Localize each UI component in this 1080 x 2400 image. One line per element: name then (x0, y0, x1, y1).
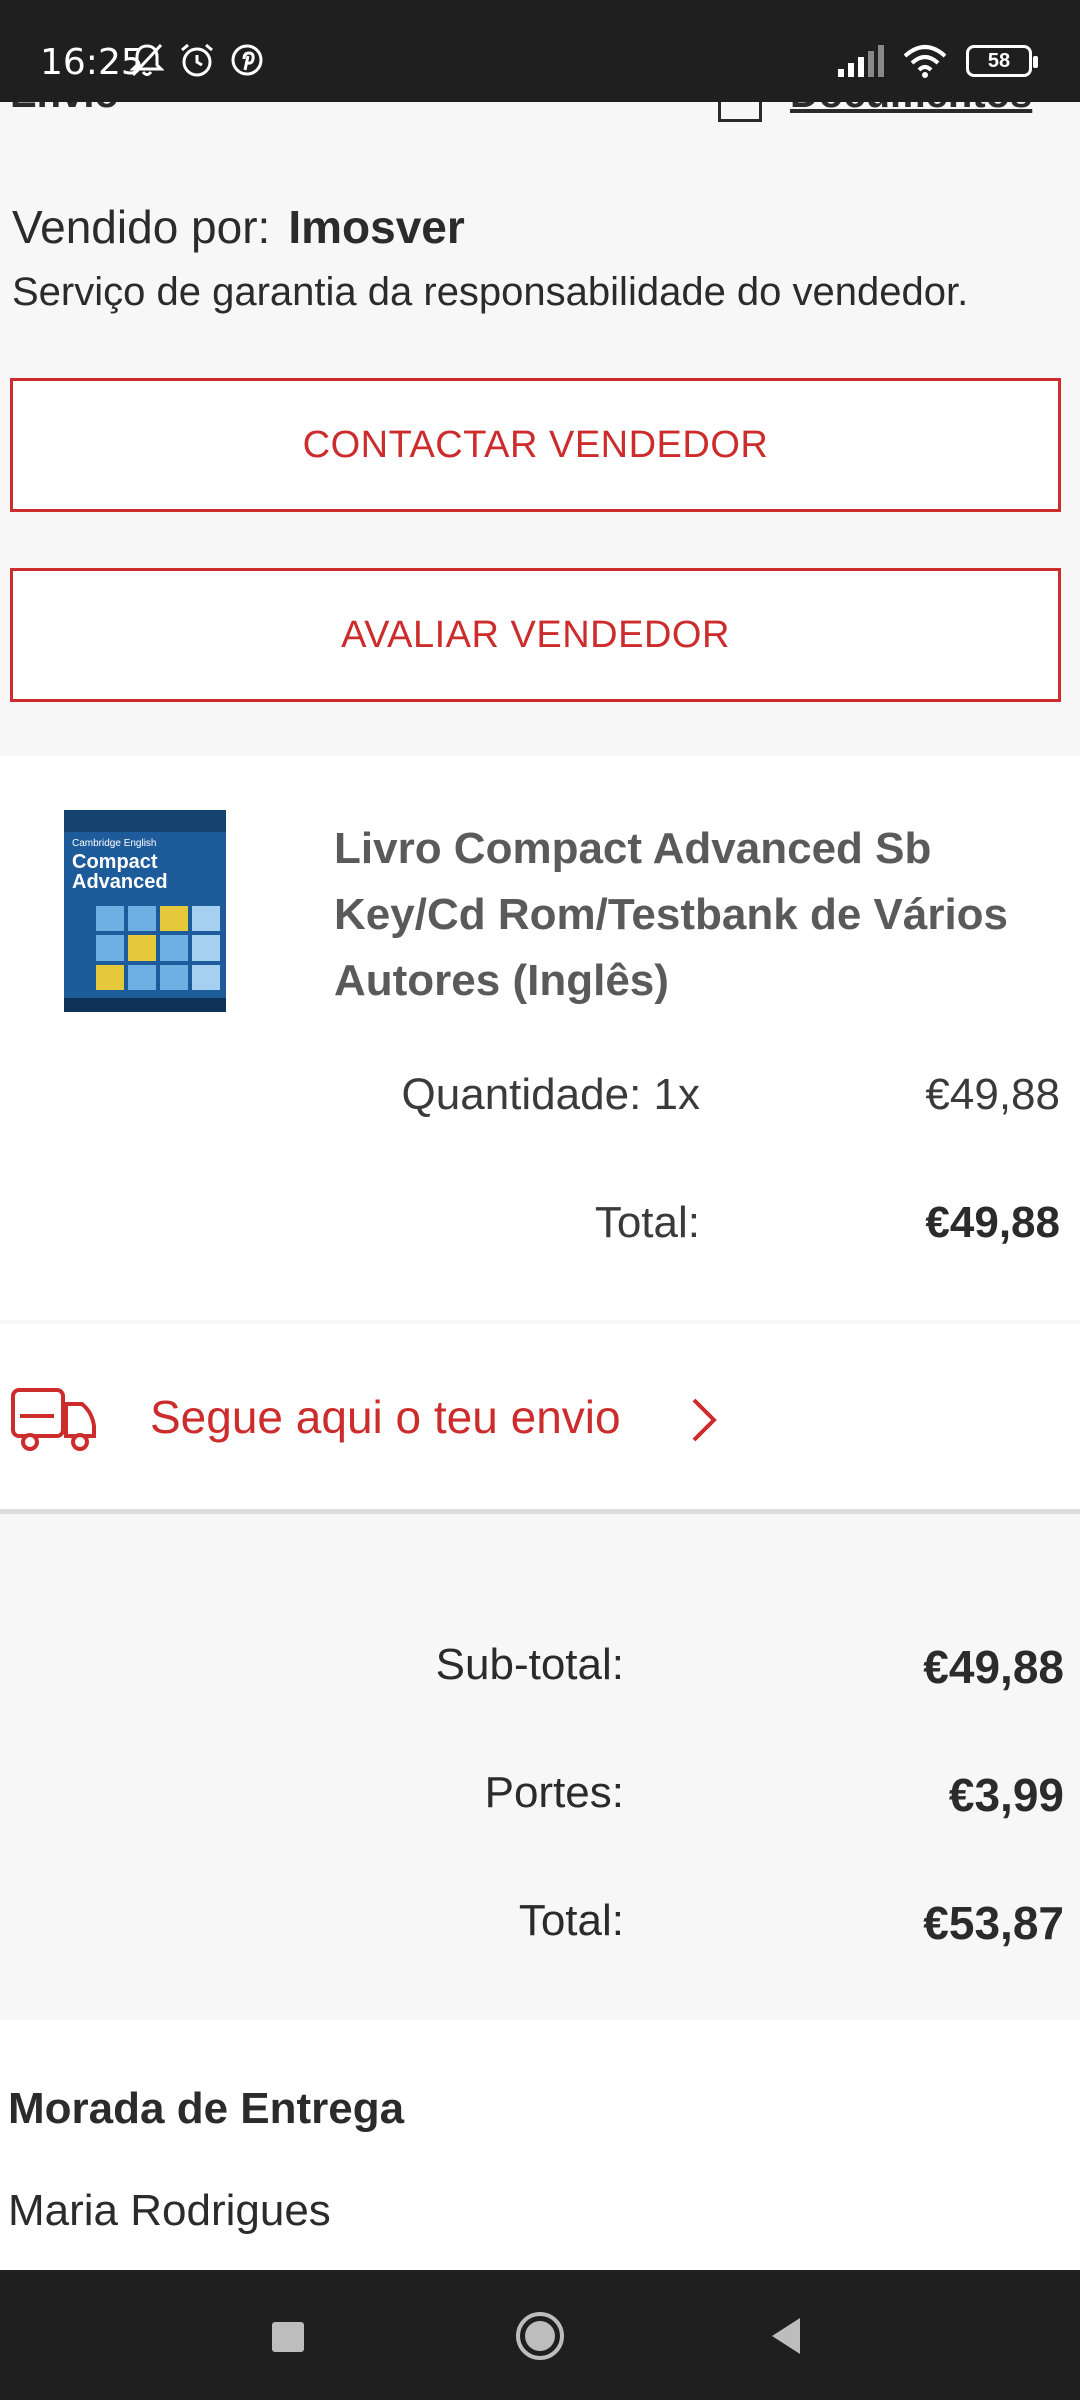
address-title: Morada de Entrega (8, 2084, 405, 2133)
order-totals: Sub-total: €49,88 Portes: €3,99 Total: €… (0, 1580, 1080, 2020)
seller-line: Vendido por: Imosver (12, 200, 465, 254)
track-shipment-row[interactable]: Segue aqui o teu envio (0, 1324, 1080, 1514)
subtotal-label: Sub-total: (435, 1640, 624, 1689)
cover-photo-grid (96, 906, 220, 990)
product-title[interactable]: Livro Compact Advanced Sb Key/Cd Rom/Tes… (334, 816, 1054, 1014)
system-navigation-bar (0, 2270, 1080, 2400)
cover-publisher: Cambridge English (72, 838, 157, 849)
address-name: Maria Rodrigues (8, 2186, 331, 2235)
seller-label: Vendido por: (12, 201, 271, 253)
cover-header (64, 810, 226, 832)
status-system-icons: 58 (836, 44, 1038, 78)
truck-icon (11, 1388, 96, 1451)
status-bar: 16:25 58 (0, 0, 1080, 102)
cover-title: Compact Advanced (72, 851, 168, 893)
notifications-off-icon (130, 43, 164, 77)
item-total-label: Total: (594, 1198, 700, 1247)
order-total-value: €53,87 (923, 1897, 1064, 1949)
pinterest-icon (231, 44, 263, 76)
contact-seller-button[interactable]: CONTACTAR VENDEDOR (10, 378, 1061, 512)
track-shipment-label[interactable]: Segue aqui o teu envio (150, 1390, 621, 1444)
rate-seller-button[interactable]: AVALIAR VENDEDOR (10, 568, 1061, 702)
guarantee-text: Serviço de garantia da responsabilidade … (12, 270, 969, 314)
status-time: 16:25 (40, 42, 144, 83)
cover-footer (64, 998, 226, 1012)
product-card: Cambridge English Compact Advanced Livro… (0, 756, 1080, 1320)
shipping-label: Portes: (484, 1768, 624, 1817)
subtotal-value: €49,88 (923, 1641, 1064, 1693)
wifi-icon (903, 45, 947, 78)
unit-price: €49,88 (925, 1070, 1060, 1119)
signal-icon (838, 45, 884, 77)
status-notification-icons (130, 42, 264, 78)
product-image[interactable]: Cambridge English Compact Advanced (64, 810, 226, 1012)
nav-back-icon[interactable] (766, 2306, 806, 2366)
shipping-value: €3,99 (948, 1769, 1064, 1821)
chevron-right-icon[interactable] (690, 1396, 718, 1444)
document-icon (718, 102, 762, 122)
page-header: Envio Documentos (0, 102, 1080, 122)
delivery-address: Morada de Entrega Maria Rodrigues (0, 2020, 1080, 2270)
nav-recents-icon[interactable] (268, 2306, 308, 2366)
order-total-label: Total: (518, 1896, 624, 1945)
documents-link[interactable]: Documentos (790, 102, 1032, 117)
quantity-label: Quantidade: 1x (401, 1070, 700, 1119)
tab-envio[interactable]: Envio (10, 102, 119, 117)
nav-home-icon[interactable] (512, 2306, 568, 2366)
alarm-icon (181, 43, 213, 77)
seller-name: Imosver (288, 201, 465, 253)
item-total-value: €49,88 (925, 1198, 1060, 1247)
battery-icon: 58 (966, 45, 1038, 77)
battery-level: 58 (987, 49, 1011, 72)
seller-section: Vendido por: Imosver Serviço de garantia … (0, 122, 1080, 756)
